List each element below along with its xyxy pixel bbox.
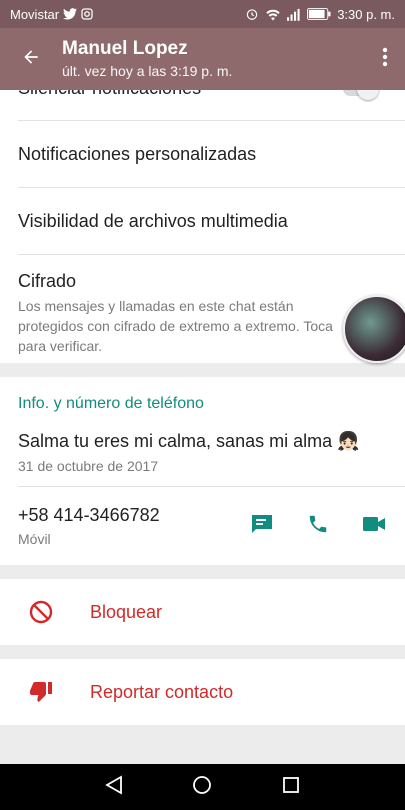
more-options-button[interactable] <box>365 28 405 90</box>
mute-toggle[interactable] <box>343 90 379 100</box>
about-text: Salma tu eres mi calma, sanas mi alma 👧🏻 <box>18 431 360 451</box>
contact-info-content[interactable]: Silenciar notificaciones Notificaciones … <box>0 90 405 764</box>
about-row[interactable]: Salma tu eres mi calma, sanas mi alma 👧🏻… <box>0 421 405 486</box>
message-icon <box>250 513 274 540</box>
nav-back-button[interactable] <box>94 767 134 807</box>
custom-notifications-row[interactable]: Notificaciones personalizadas <box>0 121 405 187</box>
arrow-left-icon <box>21 47 41 72</box>
about-date: 31 de octubre de 2017 <box>18 458 159 474</box>
mute-notifications-row[interactable]: Silenciar notificaciones <box>0 90 405 120</box>
encryption-title: Cifrado <box>18 271 77 291</box>
clock-label: 3:30 p. m. <box>337 6 395 22</box>
instagram-icon <box>81 8 93 20</box>
nav-recents-button[interactable] <box>271 767 311 807</box>
videocam-icon <box>362 515 386 538</box>
media-visibility-row[interactable]: Visibilidad de archivos multimedia <box>0 188 405 254</box>
phone-row[interactable]: +58 414-3466782 Móvil <box>0 487 405 565</box>
block-label: Bloquear <box>90 601 163 622</box>
nav-home-icon <box>192 775 212 800</box>
report-row[interactable]: Reportar contacto <box>0 659 405 725</box>
settings-card: Silenciar notificaciones Notificaciones … <box>0 90 405 363</box>
info-section-title: Info. y número de teléfono <box>18 395 204 412</box>
signal-icon <box>287 8 301 21</box>
wifi-icon <box>265 8 281 21</box>
block-icon <box>28 599 54 625</box>
nav-home-button[interactable] <box>182 767 222 807</box>
battery-icon <box>307 8 331 20</box>
carrier-label: Movistar <box>10 6 60 22</box>
twitter-icon <box>63 8 78 20</box>
back-button[interactable] <box>0 28 62 90</box>
contact-name: Manuel Lopez <box>62 38 188 59</box>
info-card: Info. y número de teléfono Salma tu eres… <box>0 377 405 565</box>
nav-back-icon <box>105 774 123 800</box>
report-label: Reportar contacto <box>90 681 234 702</box>
message-button[interactable] <box>249 513 275 539</box>
encryption-description: Los mensajes y llamadas en este chat est… <box>18 298 333 354</box>
nav-recents-icon <box>282 776 300 799</box>
last-seen: últ. vez hoy a las 3:19 p. m. <box>62 63 233 79</box>
alarm-icon <box>245 7 259 21</box>
phone-number: +58 414-3466782 <box>18 505 160 525</box>
encryption-row[interactable]: Cifrado Los mensajes y llamadas en este … <box>0 255 405 363</box>
mute-notifications-label: Silenciar notificaciones <box>18 90 201 99</box>
block-card: Bloquear <box>0 579 405 645</box>
thumb-down-icon <box>28 679 54 705</box>
app-bar: Manuel Lopez últ. vez hoy a las 3:19 p. … <box>0 28 405 90</box>
phone-type: Móvil <box>18 531 51 547</box>
profile-photo-bubble[interactable] <box>343 295 405 363</box>
more-vert-icon <box>382 47 388 72</box>
report-card: Reportar contacto <box>0 659 405 725</box>
block-row[interactable]: Bloquear <box>0 579 405 645</box>
status-bar: Movistar 3:30 p. m. <box>0 0 405 28</box>
navigation-bar <box>0 764 405 810</box>
call-button[interactable] <box>305 513 331 539</box>
video-call-button[interactable] <box>361 513 387 539</box>
phone-icon <box>307 513 329 540</box>
